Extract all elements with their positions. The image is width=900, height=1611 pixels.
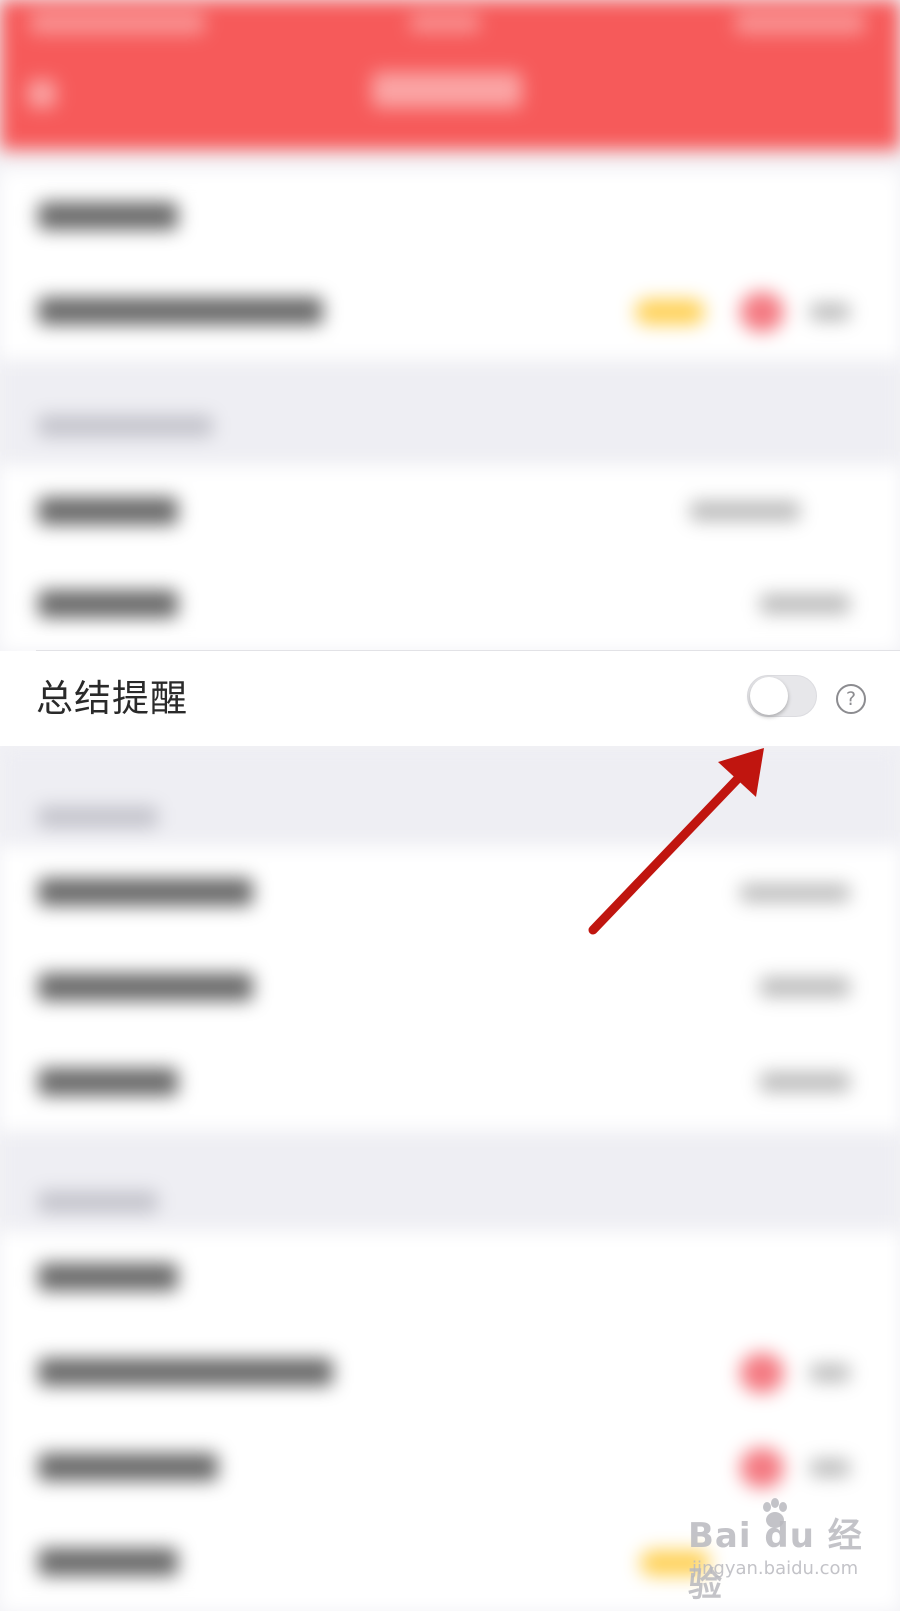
list-item[interactable] — [0, 941, 900, 1036]
section-header — [0, 746, 900, 846]
summary-reminder-toggle[interactable] — [747, 675, 817, 717]
status-bar-right — [735, 12, 865, 34]
baidu-jingyan-watermark: Bai du 经验 jingyan.baidu.com — [688, 1498, 863, 1605]
list-item[interactable] — [0, 1326, 900, 1421]
toggle-knob — [750, 677, 788, 715]
blurred-background — [0, 0, 900, 1611]
watermark-brand: Bai du 经验 — [688, 1516, 863, 1605]
help-icon[interactable]: ? — [836, 684, 866, 714]
list-item[interactable] — [0, 1231, 900, 1326]
nav-header — [0, 0, 900, 150]
list-item[interactable] — [0, 1036, 900, 1131]
status-bar-center — [410, 14, 480, 32]
section-header — [0, 1131, 900, 1231]
back-icon[interactable] — [28, 80, 56, 108]
list-item[interactable] — [0, 560, 900, 651]
header-title — [372, 72, 522, 108]
list-item[interactable] — [0, 465, 900, 560]
status-bar-left — [30, 12, 205, 34]
summary-reminder-label: 总结提醒 — [36, 677, 188, 720]
section-header — [0, 360, 900, 465]
watermark-url: jingyan.baidu.com — [692, 1558, 859, 1579]
list-item[interactable] — [0, 170, 900, 265]
list-item[interactable] — [0, 846, 900, 941]
list-item[interactable] — [0, 265, 900, 360]
